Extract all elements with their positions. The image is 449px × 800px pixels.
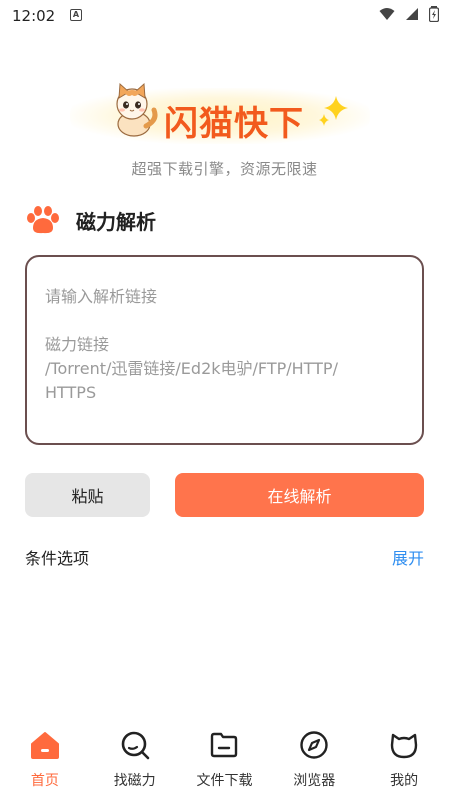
- logo-title: 闪猫快下: [164, 104, 304, 144]
- nav-label: 首页: [30, 773, 59, 789]
- input-placeholder: 请输入解析链接: [45, 287, 158, 306]
- bottom-nav: 首页 找磁力 文件下载 浏览器 我的: [0, 720, 449, 800]
- app-logo: 闪猫快下: [0, 78, 449, 148]
- paw-icon: [27, 206, 59, 234]
- notification-a-icon: A: [70, 9, 82, 21]
- folder-icon: [209, 730, 239, 760]
- parse-online-button[interactable]: 在线解析: [175, 473, 424, 517]
- tagline: 超强下载引擎，资源无限速: [131, 160, 318, 178]
- section-title: 磁力解析: [76, 209, 156, 234]
- search-icon: [120, 730, 150, 760]
- nav-label: 我的: [390, 773, 419, 789]
- compass-icon: [299, 730, 329, 760]
- section-header: 磁力解析: [26, 205, 156, 235]
- input-hint-line: HTTPS: [45, 383, 97, 402]
- cat-mascot-icon: [116, 82, 158, 137]
- home-icon: [30, 730, 60, 760]
- nav-label: 找磁力: [113, 773, 156, 789]
- nav-item-browser[interactable]: 浏览器: [269, 730, 359, 790]
- nav-item-find-magnet[interactable]: 找磁力: [90, 730, 180, 790]
- input-hint: 磁力链接 /Torrent/迅雷链接/Ed2k电驴/FTP/HTTP/ HTTP…: [45, 333, 404, 405]
- paste-button[interactable]: 粘贴: [25, 473, 150, 517]
- options-label: 条件选项: [25, 549, 90, 568]
- expand-options-link[interactable]: 展开: [392, 545, 424, 569]
- sparkle-icon: [319, 96, 348, 126]
- link-input[interactable]: 请输入解析链接 磁力链接 /Torrent/迅雷链接/Ed2k电驴/FTP/HT…: [25, 255, 424, 445]
- signal-icon: [406, 8, 418, 20]
- wifi-icon: [379, 8, 395, 20]
- status-bar: 12:02 A: [0, 0, 449, 32]
- status-icons: [379, 6, 439, 22]
- cat-face-icon: [389, 730, 419, 760]
- nav-item-home[interactable]: 首页: [0, 730, 90, 790]
- nav-label: 浏览器: [293, 773, 336, 789]
- nav-item-file-download[interactable]: 文件下载: [180, 730, 270, 790]
- nav-item-mine[interactable]: 我的: [359, 730, 449, 790]
- status-time: 12:02: [12, 7, 56, 25]
- input-hint-line: /Torrent/迅雷链接/Ed2k电驴/FTP/HTTP/: [45, 359, 338, 378]
- nav-label: 文件下载: [196, 773, 253, 789]
- input-hint-line: 磁力链接: [45, 335, 110, 354]
- battery-icon: [429, 6, 439, 22]
